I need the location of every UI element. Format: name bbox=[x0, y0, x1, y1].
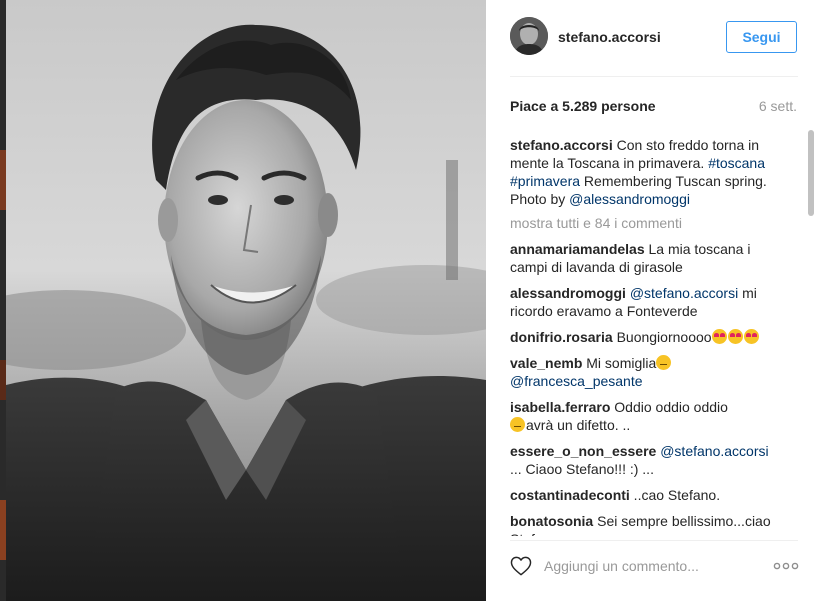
comment-username[interactable]: annamariamandelas bbox=[510, 241, 645, 257]
comment-username[interactable]: donifrio.rosaria bbox=[510, 329, 613, 345]
unamused-emoji-icon bbox=[510, 417, 525, 432]
follow-button[interactable]: Segui bbox=[726, 21, 797, 53]
comment-text: Mi somiglia bbox=[582, 355, 657, 371]
unamused-emoji-icon bbox=[656, 355, 672, 370]
post-caption: stefano.accorsi Con sto freddo torna in … bbox=[510, 136, 790, 208]
comment-text: Oddio oddio oddio bbox=[610, 399, 728, 415]
add-comment-input[interactable] bbox=[544, 555, 744, 577]
hashtag-link[interactable]: #primavera bbox=[510, 173, 580, 189]
comment-text: Buongiornoooo bbox=[612, 329, 712, 345]
heart-eyes-emoji-icon bbox=[727, 329, 743, 344]
portrait-photo bbox=[6, 0, 486, 601]
post-photo bbox=[6, 0, 486, 601]
comment-item: donifrio.rosaria Buongiornoooo bbox=[510, 328, 790, 346]
comment-text: avrà un difetto. .. bbox=[526, 417, 631, 433]
comment-item: isabella.ferraro Oddio oddio oddio avrà … bbox=[510, 398, 790, 434]
post-header: stefano.accorsi Segui bbox=[486, 0, 822, 76]
comment-username[interactable]: alessandromoggi bbox=[510, 285, 626, 301]
comment-item: vale_nemb Mi somiglia @francesca_pesante bbox=[510, 354, 790, 390]
comment-item: costantinadeconti ..cao Stefano. bbox=[510, 486, 790, 504]
mention-link[interactable]: @stefano.accorsi bbox=[630, 285, 738, 301]
heart-eyes-emoji-icon bbox=[743, 329, 759, 344]
comment-text: ... Ciaoo Stefano!!! :) ... bbox=[510, 461, 654, 477]
comment-username[interactable]: vale_nemb bbox=[510, 355, 582, 371]
comment-username[interactable]: essere_o_non_essere bbox=[510, 443, 656, 459]
avatar[interactable] bbox=[510, 17, 548, 55]
likes-count[interactable]: Piace a 5.289 persone bbox=[510, 98, 656, 114]
show-all-comments-link[interactable]: mostra tutti e 84 i commenti bbox=[510, 214, 790, 232]
comment-item: essere_o_non_essere @stefano.accorsi ...… bbox=[510, 442, 790, 478]
comment-item: bonatosonia Sei sempre bellissimo...ciao… bbox=[510, 512, 790, 536]
comment-text: ..cao Stefano. bbox=[629, 487, 721, 503]
comment-item: alessandromoggi @stefano.accorsi mi rico… bbox=[510, 284, 790, 320]
hashtag-link[interactable]: #toscana bbox=[708, 155, 765, 171]
post-details-panel: stefano.accorsi Segui Piace a 5.289 pers… bbox=[486, 0, 822, 601]
heart-outline-icon[interactable] bbox=[510, 556, 532, 576]
mention-link[interactable]: @alessandromoggi bbox=[569, 191, 690, 207]
comment-item: annamariamandelas La mia toscana i campi… bbox=[510, 240, 790, 276]
comment-username[interactable]: bonatosonia bbox=[510, 513, 593, 529]
comments-scrollbar-thumb[interactable] bbox=[808, 130, 814, 216]
post-age[interactable]: 6 sett. bbox=[759, 98, 797, 114]
avatar-image bbox=[510, 17, 548, 55]
comments-list: stefano.accorsi Con sto freddo torna in … bbox=[510, 136, 790, 536]
post-author-username[interactable]: stefano.accorsi bbox=[558, 29, 661, 45]
footer-divider bbox=[510, 540, 798, 541]
caption-username[interactable]: stefano.accorsi bbox=[510, 137, 613, 153]
mention-link[interactable]: @francesca_pesante bbox=[510, 373, 643, 389]
comment-username[interactable]: costantinadeconti bbox=[510, 487, 630, 503]
more-options-icon[interactable] bbox=[773, 558, 799, 574]
mention-link[interactable]: @stefano.accorsi bbox=[660, 443, 768, 459]
header-divider bbox=[510, 76, 798, 77]
comment-username[interactable]: isabella.ferraro bbox=[510, 399, 610, 415]
heart-eyes-emoji-icon bbox=[711, 329, 727, 344]
